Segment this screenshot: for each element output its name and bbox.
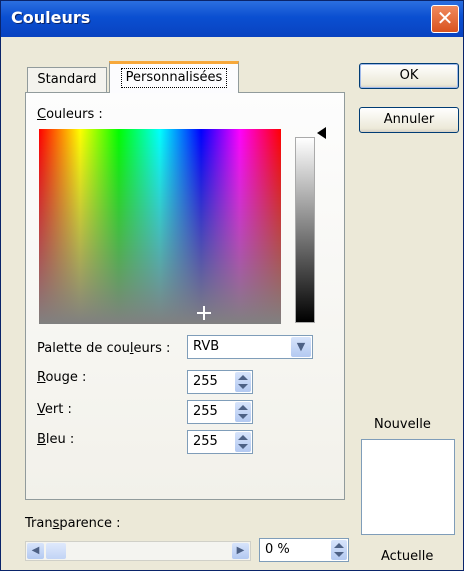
ok-button[interactable]: OK [359,63,459,89]
red-label: Rouge : [37,370,87,385]
chevron-down-icon[interactable]: ▼ [291,337,311,357]
palette-label: Palette de couleurs : [37,341,171,356]
transparency-slider[interactable]: ◀ ▶ [25,541,251,561]
palette-value: RVB [193,339,220,354]
transparency-label: Transparence : [25,516,121,531]
blue-stepper[interactable]: 255 [187,430,253,454]
green-label: Vert : [37,402,72,417]
transparency-thumb[interactable] [46,543,66,559]
palette-select[interactable]: RVB ▼ [187,335,313,359]
window-title: Couleurs [11,8,91,27]
tab-standard-label: Standard [37,72,97,87]
new-color-label: Nouvelle [374,417,431,432]
luminance-slider[interactable] [295,137,315,323]
color-spectrum[interactable] [39,129,281,324]
green-stepper[interactable]: 255 [187,400,253,424]
color-preview-swatch [361,439,455,535]
spin-arrows-icon[interactable] [235,432,251,452]
title-bar: Couleurs ✕ [1,1,463,37]
spin-arrows-icon[interactable] [235,372,251,392]
luminance-arrow-icon[interactable] [317,127,326,139]
close-icon: ✕ [436,6,454,30]
colors-dialog: Couleurs ✕ Standard Personnalisées Coule… [0,0,464,571]
tab-custom-label: Personnalisées [120,68,228,88]
tab-custom[interactable]: Personnalisées [109,61,239,93]
transparency-value: 0 % [265,542,290,557]
red-value: 255 [193,374,218,389]
spin-arrows-icon[interactable] [235,402,251,422]
transparency-stepper[interactable]: 0 % [259,538,349,562]
close-button[interactable]: ✕ [431,5,459,33]
current-color-label: Actuelle [381,549,434,564]
tab-standard[interactable]: Standard [27,67,107,93]
scroll-right-icon[interactable]: ▶ [232,543,249,559]
cancel-button[interactable]: Annuler [359,107,459,133]
red-stepper[interactable]: 255 [187,370,253,394]
colors-label: Couleurs : [37,107,103,122]
scroll-left-icon[interactable]: ◀ [27,543,44,559]
spin-arrows-icon[interactable] [331,540,347,560]
color-crosshair[interactable] [197,306,211,320]
blue-label: Bleu : [37,432,75,447]
green-value: 255 [193,404,218,419]
blue-value: 255 [193,434,218,449]
